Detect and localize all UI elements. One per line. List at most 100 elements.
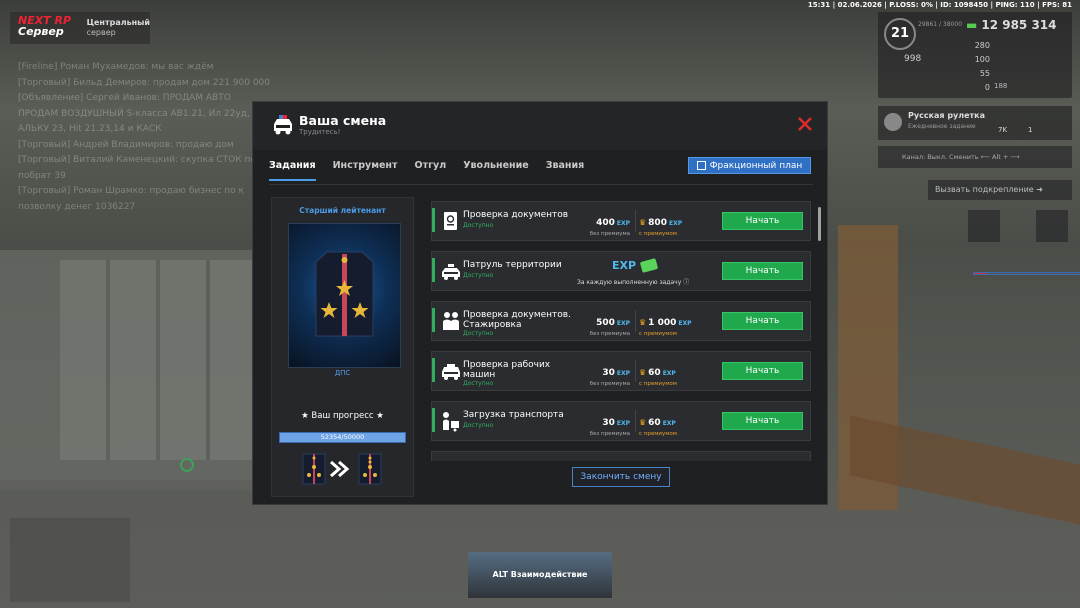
chat-line: [Торговый] Бильд Демиров: продам дом 221… bbox=[18, 77, 271, 88]
start-button[interactable]: Начать bbox=[722, 312, 803, 330]
server-name: Центральный bbox=[86, 18, 150, 27]
reward-base: 400 EXP без премиума bbox=[578, 210, 630, 237]
crown-icon: ♛ bbox=[639, 218, 647, 227]
task-status: Доступно bbox=[463, 422, 494, 429]
task-row: Проверка документов. Стажировка Доступно… bbox=[431, 301, 811, 341]
task-name: Патруль территории bbox=[463, 260, 562, 270]
tab-divider bbox=[269, 184, 813, 185]
interaction-hint-text: ALT Взаимодействие bbox=[492, 570, 588, 579]
hunger-value: 55 bbox=[979, 68, 990, 78]
money-display: ▬ 12 985 314 bbox=[966, 18, 1057, 32]
health-value: 280 bbox=[974, 40, 990, 50]
logo-subtext: Сервер bbox=[18, 25, 64, 38]
reward-base-value: 400 bbox=[596, 218, 615, 228]
reward-premium: ♛ 800 EXP с премиумом bbox=[639, 210, 699, 237]
divider bbox=[635, 210, 636, 232]
hunger-row: 55 bbox=[966, 66, 1080, 275]
status-line: 15:31 | 02.06.2026 | P.LOSS: 0% | ID: 10… bbox=[807, 1, 1072, 9]
available-stripe bbox=[432, 408, 435, 432]
roulette-sub: Ежедневное задание bbox=[908, 123, 976, 130]
chat-log: [Fireline] Роман Мухамедов: мы вас ждём … bbox=[18, 60, 270, 215]
rank-name: Старший лейтенант bbox=[299, 206, 386, 215]
rank-insignia bbox=[288, 223, 401, 368]
exp-icon: EXP bbox=[616, 220, 630, 227]
task-status: Доступно bbox=[463, 380, 494, 387]
crown-icon: ♛ bbox=[639, 368, 647, 377]
shift-modal: Ваша смена Трудитесь! Задания Инструмент… bbox=[252, 101, 828, 505]
stat4-bar bbox=[973, 272, 1080, 275]
stat-998: 998 bbox=[904, 54, 922, 64]
reward-base: 30 EXP без премиума bbox=[578, 360, 630, 387]
task-status: Доступно bbox=[463, 272, 494, 279]
close-icon[interactable] bbox=[797, 116, 813, 132]
stat-188: 188 bbox=[994, 82, 1008, 90]
cash-icon bbox=[639, 258, 659, 273]
exp-icon: EXP bbox=[662, 370, 676, 377]
divider bbox=[635, 360, 636, 382]
chat-line: АЛЬКУ 23, Hit 21.23,14 и КАСК bbox=[18, 124, 162, 134]
tab-dayoff[interactable]: Отгул bbox=[415, 160, 447, 181]
document-icon bbox=[696, 161, 706, 170]
roulette-reward-item: 1 bbox=[1028, 126, 1033, 134]
task-status: Доступно bbox=[463, 222, 494, 229]
roulette-title: Русская рулетка bbox=[908, 111, 986, 120]
calendar-icon[interactable] bbox=[968, 210, 1000, 242]
level-badge: 21 bbox=[884, 18, 916, 50]
xp-text: 29861 / 38000 bbox=[918, 21, 963, 28]
start-button[interactable]: Начать bbox=[722, 262, 803, 280]
task-name: Проверка рабочих машин bbox=[463, 360, 551, 380]
tab-ranks[interactable]: Звания bbox=[546, 160, 585, 181]
radar-icon bbox=[180, 458, 194, 472]
divider bbox=[635, 310, 636, 332]
task-status: Доступно bbox=[463, 330, 494, 337]
reward-premium-label: с премиумом bbox=[639, 331, 677, 337]
stat4-row: 0 bbox=[966, 80, 1080, 275]
revolver-icon bbox=[884, 113, 902, 131]
modal-subtitle: Трудитесь! bbox=[299, 128, 341, 136]
reward-base-label: без премиума bbox=[589, 381, 630, 387]
reward-premium-value: 60 bbox=[648, 418, 661, 428]
chat-line: [Объявление] Сергей Иванов: ПРОДАМ АВТО bbox=[18, 93, 231, 103]
tab-dismissal[interactable]: Увольнение bbox=[463, 160, 529, 181]
roulette-reward-cash: 7K bbox=[998, 126, 1008, 134]
exp-icon: EXP bbox=[616, 370, 630, 377]
passport-icon bbox=[444, 212, 457, 230]
logo-mark: NEXT RP Сервер bbox=[14, 15, 77, 41]
faction-plan-button[interactable]: Фракционный план bbox=[688, 157, 811, 174]
tab-tools[interactable]: Инструмент bbox=[333, 160, 398, 181]
start-button[interactable]: Начать bbox=[722, 212, 803, 230]
task-name: Загрузка транспорта bbox=[463, 410, 564, 420]
available-stripe bbox=[432, 358, 435, 382]
crown-icon: ♛ bbox=[639, 418, 647, 427]
exp-icon: EXP bbox=[612, 259, 637, 272]
exp-icon: EXP bbox=[668, 220, 683, 227]
radio-channel[interactable]: Канал: Выкл. Сменить ⟵ Alt + ⟶ bbox=[878, 146, 1072, 168]
call-backup-button[interactable]: Вызвать подкрепление ➜ bbox=[928, 180, 1072, 200]
chat-line: [Торговый] Виталий Каменецкий: скупка СТ… bbox=[18, 155, 256, 165]
reward-base-label: без премиума bbox=[589, 331, 630, 337]
money-value: 12 985 314 bbox=[981, 18, 1057, 32]
start-button[interactable]: Начать bbox=[722, 412, 803, 430]
task-row-partial bbox=[431, 451, 811, 461]
modal-title: Ваша смена bbox=[299, 113, 387, 128]
rank-card: Старший лейтенант ДПС ★ Ваш прогресс ★ 5… bbox=[271, 197, 414, 497]
reward-base-label: без премиума bbox=[589, 231, 630, 237]
notification-bell-icon[interactable] bbox=[1036, 210, 1068, 242]
task-name: Проверка документов bbox=[463, 210, 569, 220]
police-car-icon bbox=[274, 115, 292, 135]
start-button[interactable]: Начать bbox=[722, 362, 803, 380]
info-icon[interactable]: ⓘ bbox=[683, 279, 689, 286]
scrollbar[interactable] bbox=[818, 207, 821, 241]
reward-note-text: За каждую выполненную задачу bbox=[577, 279, 682, 286]
rank-upgrade-preview bbox=[302, 453, 382, 485]
reward-premium: ♛ 1 000 EXP с премиумом bbox=[639, 310, 699, 337]
crown-icon: ♛ bbox=[639, 318, 647, 327]
available-stripe bbox=[432, 308, 435, 332]
tab-tasks[interactable]: Задания bbox=[269, 160, 316, 181]
reward-premium-value: 60 bbox=[648, 368, 661, 378]
daily-task-roulette[interactable]: Русская рулетка Ежедневное задание 7K 1 bbox=[878, 106, 1072, 140]
finish-shift-button[interactable]: Закончить смену bbox=[572, 467, 670, 487]
task-row: Загрузка транспорта Доступно 30 EXP без пр… bbox=[431, 401, 811, 441]
progress-label: ★ Ваш прогресс ★ bbox=[301, 411, 384, 421]
health-row: 280 bbox=[966, 38, 1080, 275]
